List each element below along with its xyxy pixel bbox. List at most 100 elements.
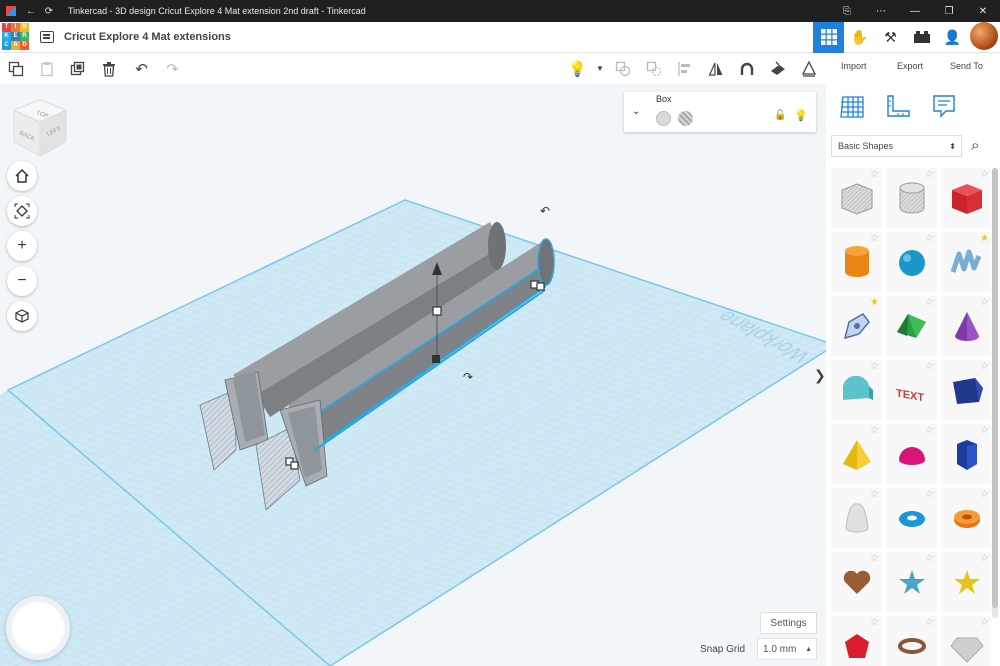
more-icon[interactable]: ⋯ (864, 6, 898, 17)
group-button[interactable] (607, 53, 638, 84)
minecraft-mode-button[interactable]: ⚒ (875, 22, 906, 53)
shape-text[interactable]: ☆ TEXT (886, 360, 937, 420)
collapse-panel-chevron-icon[interactable]: ❯ (814, 367, 826, 384)
3d-design-mode-button[interactable] (813, 21, 844, 53)
cruise-button[interactable] (731, 53, 762, 84)
star-icon[interactable]: ☆ (980, 425, 989, 436)
shape-tube[interactable]: ☆ (941, 488, 991, 548)
star-icon[interactable]: ☆ (980, 553, 989, 564)
star-filled-icon[interactable]: ★ (870, 297, 879, 308)
show-all-dropdown[interactable]: ▼ (593, 53, 607, 84)
send-to-button[interactable]: Send To (950, 61, 983, 71)
share-icon[interactable]: ⎘ (830, 6, 864, 17)
workplane-button[interactable] (762, 53, 793, 84)
delete-button[interactable] (93, 53, 124, 84)
shape-scribble[interactable]: ★ (941, 232, 991, 292)
ungroup-button[interactable] (638, 53, 669, 84)
shape-box-hole[interactable]: ☆ (831, 168, 882, 228)
shape-roof[interactable]: ☆ (886, 296, 937, 356)
shape-paraboloid[interactable]: ☆ (831, 488, 882, 548)
star-icon[interactable]: ☆ (980, 617, 989, 628)
view-cube[interactable]: TOP BACK LEFT (10, 94, 70, 160)
star-icon[interactable]: ☆ (870, 425, 879, 436)
shape-shape-generator[interactable]: ★ (831, 296, 882, 356)
shape-ring[interactable]: ☆ (886, 616, 937, 666)
star-icon[interactable]: ☆ (925, 169, 934, 180)
shape-cylinder-hole[interactable]: ☆ (886, 168, 937, 228)
minimize-button[interactable]: — (898, 6, 932, 17)
snap-grid-select[interactable]: 1.0 mm ▲ (757, 638, 817, 660)
tinkercad-logo[interactable]: T I N K E R C A D (2, 23, 30, 51)
undo-button[interactable]: ↶ (126, 53, 157, 84)
align-button[interactable] (669, 53, 700, 84)
close-button[interactable]: ✕ (966, 6, 1000, 17)
bricks-mode-button[interactable] (906, 22, 937, 53)
shape-diamond[interactable]: ☆ (941, 616, 991, 666)
maximize-button[interactable]: ❐ (932, 6, 966, 17)
back-arrow-icon[interactable]: ← (22, 6, 40, 17)
reload-icon[interactable]: ⟳ (40, 6, 58, 17)
star-icon[interactable]: ☆ (925, 489, 934, 500)
star-icon[interactable]: ☆ (980, 361, 989, 372)
duplicate-button[interactable] (62, 53, 93, 84)
shape-round-roof[interactable]: ☆ (831, 360, 882, 420)
shape-cylinder[interactable]: ☆ (831, 232, 882, 292)
3d-workspace[interactable]: Workplane ↶ ↷ TOP BACK LEFT + − ⌄ Box 🔓 … (0, 84, 826, 666)
star-icon[interactable]: ☆ (870, 617, 879, 628)
star-icon[interactable]: ☆ (980, 169, 989, 180)
notes-button[interactable] (928, 90, 960, 122)
star-icon[interactable]: ☆ (870, 169, 879, 180)
user-avatar[interactable] (970, 21, 998, 50)
ruler-panel-button[interactable] (882, 90, 914, 122)
star-icon[interactable]: ☆ (925, 233, 934, 244)
settings-button[interactable]: Settings (760, 612, 817, 634)
shape-cone[interactable]: ☆ (941, 296, 991, 356)
star-icon[interactable]: ☆ (925, 297, 934, 308)
scrollbar-thumb[interactable] (992, 168, 998, 608)
solid-color-button[interactable] (656, 111, 671, 126)
redo-button[interactable]: ↷ (157, 53, 188, 84)
shape-category-select[interactable]: Basic Shapes ⬍ (831, 135, 962, 157)
perspective-toggle-button[interactable] (7, 301, 37, 331)
project-title[interactable]: Cricut Explore 4 Mat extensions (64, 31, 231, 43)
workplane-grid-button[interactable] (836, 90, 868, 122)
star-icon[interactable]: ☆ (870, 489, 879, 500)
mirror-button[interactable] (700, 53, 731, 84)
show-all-button[interactable]: 💡 (562, 53, 593, 84)
sim-lab-mode-button[interactable]: ✋ (844, 22, 875, 53)
shape-torus[interactable]: ☆ (886, 488, 937, 548)
zoom-in-button[interactable]: + (7, 231, 37, 261)
shape-hexagonal-prism[interactable]: ☆ (941, 424, 991, 484)
ruler-button[interactable] (793, 53, 824, 84)
star-icon[interactable]: ☆ (925, 425, 934, 436)
lock-icon[interactable]: 🔓 (774, 110, 786, 121)
star-icon[interactable]: ☆ (980, 489, 989, 500)
paste-button[interactable] (31, 53, 62, 84)
star-icon[interactable]: ☆ (870, 361, 879, 372)
shape-box[interactable]: ☆ (941, 168, 991, 228)
copy-button[interactable] (0, 53, 31, 84)
star-icon[interactable]: ☆ (870, 233, 879, 244)
zoom-out-button[interactable]: − (7, 266, 37, 296)
import-button[interactable]: Import (841, 61, 867, 71)
project-list-icon[interactable] (40, 31, 54, 43)
shape-star-yellow[interactable]: ☆ (941, 552, 991, 612)
star-icon[interactable]: ☆ (870, 553, 879, 564)
star-icon[interactable]: ☆ (925, 361, 934, 372)
shape-icosahedron[interactable]: ☆ (831, 616, 882, 666)
star-icon[interactable]: ☆ (925, 553, 934, 564)
shape-half-sphere[interactable]: ☆ (886, 424, 937, 484)
light-bulb-icon[interactable]: 💡 (794, 109, 808, 122)
star-icon[interactable]: ☆ (925, 617, 934, 628)
shape-sphere[interactable]: ☆ (886, 232, 937, 292)
orbit-joystick[interactable] (6, 596, 70, 660)
star-filled-icon[interactable]: ★ (980, 233, 989, 244)
home-view-button[interactable] (7, 161, 37, 191)
search-icon[interactable]: ⌕ (971, 137, 979, 154)
export-button[interactable]: Export (897, 61, 923, 71)
chevron-down-icon[interactable]: ⌄ (632, 106, 640, 117)
add-user-icon[interactable]: 👤 (937, 22, 968, 53)
shape-star[interactable]: ☆ (886, 552, 937, 612)
shape-polygon[interactable]: ☆ (941, 360, 991, 420)
fit-view-button[interactable] (7, 196, 37, 226)
